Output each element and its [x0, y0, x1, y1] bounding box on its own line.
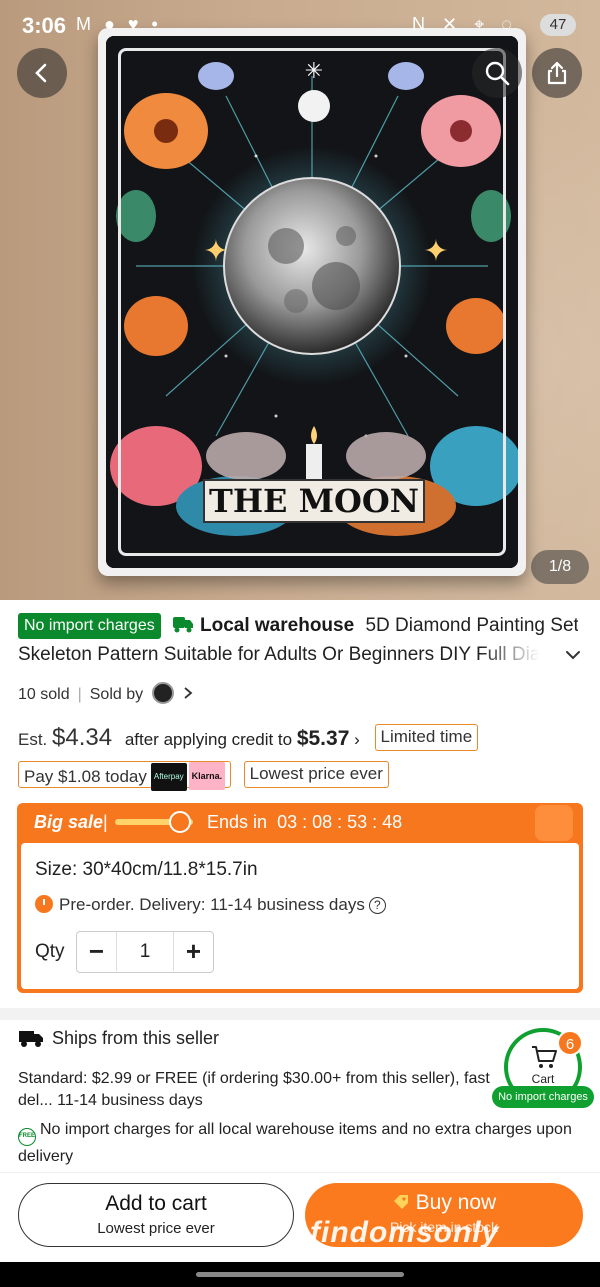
qty-value[interactable]: 1 — [117, 932, 173, 971]
pay-today-badge: Pay $1.08 today Afterpay Klarna. — [18, 761, 232, 791]
title-fade — [480, 642, 540, 668]
buy-now-label: Buy now — [305, 1191, 583, 1215]
decrease-qty-button[interactable]: − — [77, 932, 117, 971]
sale-decoration — [535, 805, 573, 841]
est-label: Est. — [18, 730, 48, 749]
sale-clock-icon — [169, 811, 191, 833]
back-button[interactable] — [17, 48, 67, 98]
limited-time-badge: Limited time — [374, 724, 479, 751]
no-import-text: No import charges for all local warehous… — [18, 1121, 572, 1165]
shipping-title-text: Ships from this seller — [52, 1028, 220, 1048]
free-icon: FREE — [18, 1128, 36, 1146]
big-sale-title: Big sale — [34, 812, 104, 832]
status-time: 3:06 — [22, 13, 67, 38]
countdown-value: 03 : 08 : 53 : 48 — [277, 812, 403, 832]
truck-icon — [19, 1031, 43, 1047]
header-divider: | — [103, 812, 108, 832]
chevron-right-icon — [184, 687, 193, 699]
product-title-line1: 5D Diamond Painting Set — [365, 615, 578, 636]
credit-label: after applying credit to — [124, 730, 293, 749]
ends-label: Ends in — [207, 812, 268, 832]
share-button[interactable] — [532, 48, 582, 98]
battery-indicator: 47 — [540, 14, 576, 36]
chevron-down-icon[interactable] — [564, 646, 582, 664]
cart-icon — [532, 1046, 557, 1068]
sold-row[interactable]: 10 sold | Sold by — [18, 682, 194, 706]
cart-no-import-tag: No import charges — [492, 1086, 594, 1108]
shipping-title[interactable]: Ships from this seller — [18, 1028, 219, 1049]
size-selector[interactable]: Size: 30*40cm/11.8*15.7in — [35, 859, 258, 881]
sold-count: 10 sold — [18, 686, 70, 703]
bottom-divider — [0, 1172, 600, 1173]
price-row[interactable]: Est. $4.34 after applying credit to $5.3… — [18, 724, 479, 754]
increase-qty-button[interactable]: + — [173, 932, 213, 971]
quantity-stepper[interactable]: − 1 + — [76, 931, 214, 973]
add-to-cart-sublabel: Lowest price ever — [97, 1220, 215, 1237]
preorder-text: Pre-order. Delivery: 11-14 business days — [59, 895, 365, 914]
cart-label: Cart — [531, 1072, 555, 1086]
home-indicator[interactable] — [196, 1272, 404, 1277]
credit-text: after applying credit to $5.37 › — [124, 727, 360, 750]
no-import-charges-tag: No import charges — [18, 613, 161, 639]
chevron-left-icon — [35, 63, 47, 83]
watermark: findomsonly — [310, 1216, 500, 1249]
variant-panel: Size: 30*40cm/11.8*15.7in Pre-order. Del… — [21, 843, 579, 989]
klarna-logo: Klarna. — [188, 762, 226, 790]
preorder-info[interactable]: Pre-order. Delivery: 11-14 business days… — [35, 895, 386, 915]
countdown: Ends in 03 : 08 : 53 : 48 — [207, 812, 402, 833]
clock-icon — [35, 895, 53, 913]
tag-icon — [393, 1195, 408, 1209]
add-to-cart-button[interactable]: Add to cart Lowest price ever — [18, 1183, 294, 1247]
lowest-price-badge: Lowest price ever — [243, 761, 389, 788]
pay-row[interactable]: Pay $1.08 today Afterpay Klarna. Lowest pr… — [18, 761, 389, 791]
image-counter: 1/8 — [531, 550, 589, 584]
cart-count-badge: 6 — [557, 1030, 583, 1056]
status-bar: 3:06 M ● ♥ • N ✕ ⌖ ◌ 47 — [0, 0, 600, 52]
system-icons: N ✕ ⌖ ◌ — [412, 14, 518, 34]
search-icon — [485, 61, 510, 86]
add-to-cart-label: Add to cart — [105, 1192, 207, 1215]
product-image: ✳ ✦ ✦ THE MOON — [106, 36, 518, 568]
product-title-row[interactable]: No import charges Local warehouse 5D Dia… — [18, 612, 578, 640]
big-sale-box: Big sale | Ends in 03 : 08 : 53 : 48 Siz… — [17, 803, 583, 993]
pay-today-text: Pay $1.08 today — [24, 767, 147, 786]
warehouse-truck-icon — [173, 617, 193, 633]
no-import-info: FREE No import charges for all local ware… — [18, 1119, 578, 1168]
credit-price: $5.37 — [296, 727, 350, 750]
share-icon — [547, 61, 567, 85]
buy-now-text: Buy now — [415, 1191, 497, 1214]
gesture-bar — [0, 1262, 600, 1287]
local-warehouse-label: Local warehouse — [200, 615, 355, 636]
afterpay-logo: Afterpay — [150, 763, 187, 791]
help-icon[interactable]: ? — [368, 897, 386, 914]
est-price: Est. $4.34 — [18, 724, 112, 751]
qty-label: Qty — [35, 941, 65, 962]
seller-avatar[interactable] — [151, 682, 174, 704]
section-divider — [0, 1008, 600, 1020]
standard-shipping-text: Standard: $2.99 or FREE (if ordering $30… — [18, 1070, 490, 1109]
big-sale-header: Big sale | Ends in 03 : 08 : 53 : 48 — [17, 803, 583, 843]
product-title-line2[interactable]: Skeleton Pattern Suitable for Adults Or … — [18, 642, 538, 668]
card-inner-border — [118, 48, 506, 556]
est-price-value: $4.34 — [52, 724, 113, 751]
search-button[interactable] — [472, 48, 522, 98]
sold-by-label: Sold by — [89, 686, 144, 703]
notification-icons: M ● ♥ • — [76, 14, 162, 34]
